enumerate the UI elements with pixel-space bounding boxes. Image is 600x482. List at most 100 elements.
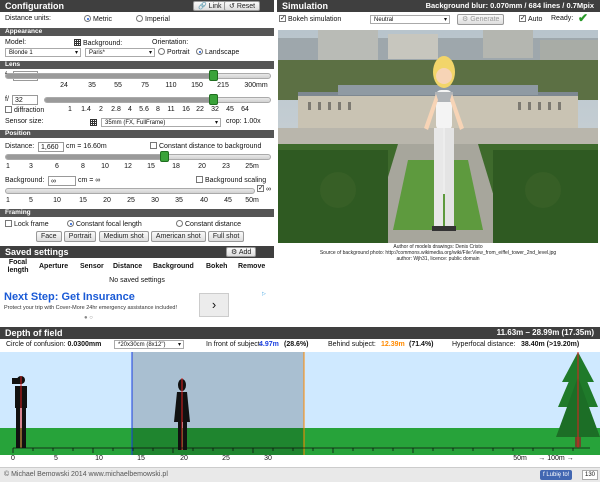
ad-arrow-button[interactable]: › [199, 293, 229, 317]
face-button[interactable]: Face [36, 231, 62, 242]
infinity-label: ∞ [266, 186, 271, 193]
position-section-header: Position [0, 130, 274, 138]
image-credits: Author of models drawings: Denis Cristo … [278, 244, 598, 262]
metric-option[interactable]: Metric [84, 15, 112, 23]
copyright-text: © Michael Bemowski 2014 www.michaelbemow… [4, 471, 168, 478]
saved-settings-columns: Focal length Aperture Sensor Distance Ba… [0, 259, 274, 275]
focal-length-handle[interactable] [209, 70, 218, 81]
dof-axis-tick: 20 [180, 455, 188, 462]
framing-section-header: Framing [0, 209, 274, 217]
distance-tick: 1 [6, 163, 10, 170]
configuration-title: Configuration [5, 1, 64, 11]
constant-distance-radio[interactable] [176, 220, 183, 227]
infinity-checkbox[interactable] [257, 185, 264, 192]
behind-label: Behind subject: [328, 341, 376, 348]
aperture-tick: 5.6 [139, 106, 149, 113]
lock-frame-checkbox[interactable] [5, 220, 12, 227]
landscape-option[interactable]: Landscape [196, 48, 239, 56]
aperture-tick: 1 [68, 106, 72, 113]
distance-label: Distance: [5, 143, 35, 150]
coc-label: Circle of confusion: [6, 341, 66, 348]
like-label: Lubię to! [546, 472, 570, 478]
portrait-button[interactable]: Portrait [63, 231, 97, 242]
dof-axis-tick: 5 [54, 455, 58, 462]
reset-button[interactable]: ↺ Reset [224, 1, 261, 11]
imperial-radio[interactable] [136, 15, 143, 22]
bokeh-simulation-option[interactable]: Bokeh simulation [279, 15, 341, 23]
constant-focal-radio[interactable] [67, 220, 74, 227]
aperture-tick: 1.4 [81, 106, 91, 113]
portrait-radio[interactable] [158, 48, 165, 55]
dof-axis-tick: 30 [264, 455, 272, 462]
metric-radio[interactable] [84, 15, 91, 22]
background-tick: 5 [29, 197, 33, 204]
background-scaling-option[interactable]: Background scaling [196, 176, 266, 184]
simulation-header: Simulation Background blur: 0.070mm / 68… [277, 0, 600, 12]
background-select[interactable]: Paris* [85, 48, 155, 57]
distance-tick: 6 [55, 163, 59, 170]
generate-button[interactable]: ⚙ Generate [457, 14, 505, 25]
distance-tick: 10 [101, 163, 109, 170]
focal-tick: 300mm [244, 82, 268, 89]
american-shot-button[interactable]: American shot [150, 231, 206, 242]
ad-choices-icon[interactable]: ▷ [262, 291, 266, 297]
aperture-tick: 32 [211, 106, 219, 113]
facebook-like-button[interactable]: f Lubię to! [540, 470, 573, 480]
ad-banner[interactable]: Next Step: Get Insurance Protect your tr… [4, 291, 272, 321]
background-scaling-label: Background scaling [205, 177, 267, 184]
background-scaling-checkbox[interactable] [196, 176, 203, 183]
focal-tick: 35 [88, 82, 96, 89]
aperture-tick: 64 [241, 106, 249, 113]
background-distance-input[interactable]: ∞ [48, 176, 76, 186]
landscape-label: Landscape [205, 49, 240, 56]
constant-distance-option[interactable]: Constant distance [176, 220, 241, 228]
add-setting-button[interactable]: ⚙ Add [226, 247, 257, 257]
auto-option[interactable]: Auto [519, 15, 542, 23]
background-tick: 30 [151, 197, 159, 204]
link-button[interactable]: 🔗 Link [193, 1, 227, 11]
coc-select[interactable]: *20x30cm (8x12") [114, 340, 184, 349]
constant-focal-label: Constant focal length [76, 221, 142, 228]
medium-shot-button[interactable]: Medium shot [98, 231, 149, 242]
distance-input[interactable]: 1,660 [38, 142, 64, 152]
constant-distance-bg-option[interactable]: Constant distance to background [150, 142, 261, 150]
portrait-option[interactable]: Portrait [158, 48, 190, 56]
aperture-fill [45, 98, 213, 102]
bokeh-mode-select[interactable]: Neutral [370, 15, 450, 24]
aperture-handle[interactable] [209, 94, 218, 105]
infinity-option[interactable]: ∞ [257, 185, 271, 193]
no-saved-settings: No saved settings [109, 277, 165, 284]
landscape-radio[interactable] [196, 48, 203, 55]
auto-checkbox[interactable] [519, 15, 526, 22]
lock-frame-label: Lock frame [14, 221, 49, 228]
lock-frame-option[interactable]: Lock frame [5, 220, 49, 228]
auto-label: Auto [528, 16, 543, 23]
crop-factor: crop: 1.00x [226, 118, 261, 125]
distance-tick: 8 [81, 163, 85, 170]
aperture-prefix: f/ [5, 96, 9, 103]
grid-icon [74, 39, 81, 46]
constant-distance-bg-checkbox[interactable] [150, 142, 157, 149]
saved-settings-title: Saved settings [5, 247, 69, 257]
distance-unit: cm = 16.60m [66, 143, 107, 150]
imperial-option[interactable]: Imperial [136, 15, 170, 23]
model-select[interactable]: Blonde 1 [5, 48, 81, 57]
full-shot-button[interactable]: Full shot [207, 231, 245, 242]
aperture-tick: 2 [99, 106, 103, 113]
dof-axis-infinity: → 100m → [538, 455, 574, 462]
paris-background-picture [278, 30, 598, 243]
aperture-tick: 45 [226, 106, 234, 113]
focal-tick: 75 [141, 82, 149, 89]
aperture-tick: 2.8 [111, 106, 121, 113]
dof-diagram [0, 352, 600, 455]
constant-focal-option[interactable]: Constant focal length [67, 220, 142, 228]
background-distance-slider[interactable] [5, 188, 255, 194]
distance-handle[interactable] [160, 151, 169, 162]
bokeh-simulation-checkbox[interactable] [279, 15, 286, 22]
background-tick: 1 [6, 197, 10, 204]
depth-of-field-range: 11.63m – 28.99m (17.35m) [496, 328, 594, 337]
portrait-label: Portrait [167, 49, 190, 56]
aperture-input[interactable]: 32 [12, 95, 38, 105]
ad-title[interactable]: Next Step: Get Insurance [4, 291, 272, 303]
sensor-size-select[interactable]: 35mm (FX, FullFrame) [101, 118, 221, 127]
